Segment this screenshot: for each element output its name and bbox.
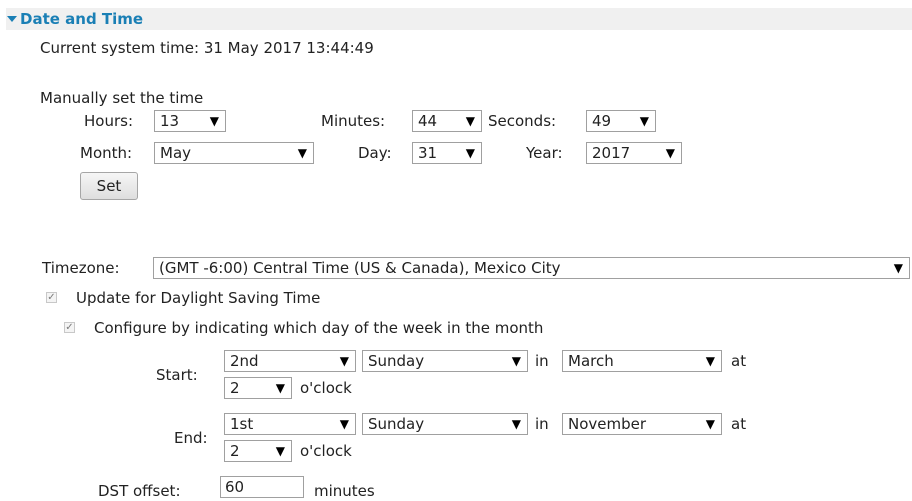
configure-checkbox[interactable]: ✓ xyxy=(64,322,75,333)
end-weekday-select[interactable]: Sunday ▼ xyxy=(362,413,528,435)
day-label: Day: xyxy=(358,144,392,162)
month-value: May xyxy=(160,144,192,162)
dropdown-arrow-icon: ▼ xyxy=(639,114,649,128)
dropdown-arrow-icon: ▼ xyxy=(465,146,475,160)
timezone-select[interactable]: (GMT -6:00) Central Time (US & Canada), … xyxy=(153,257,910,279)
end-in-text: in xyxy=(535,415,549,433)
dst-offset-input[interactable]: 60 xyxy=(220,476,304,498)
start-month-value: March xyxy=(568,352,614,370)
minutes-value: 44 xyxy=(418,112,438,130)
start-weekday-value: Sunday xyxy=(368,352,425,370)
dropdown-arrow-icon: ▼ xyxy=(339,417,349,431)
seconds-label: Seconds: xyxy=(488,112,557,130)
dropdown-arrow-icon: ▼ xyxy=(705,417,715,431)
end-oclock-text: o'clock xyxy=(300,442,352,460)
hours-value: 13 xyxy=(160,112,180,130)
day-select[interactable]: 31 ▼ xyxy=(412,142,482,164)
dropdown-arrow-icon: ▼ xyxy=(209,114,219,128)
timezone-label: Timezone: xyxy=(42,259,120,277)
timezone-value: (GMT -6:00) Central Time (US & Canada), … xyxy=(159,259,561,277)
start-weekday-select[interactable]: Sunday ▼ xyxy=(362,350,528,372)
dst-offset-label: DST offset: xyxy=(98,482,181,500)
collapse-triangle-icon[interactable] xyxy=(7,16,17,22)
dst-offset-unit: minutes xyxy=(314,482,375,500)
end-week-select[interactable]: 1st ▼ xyxy=(224,413,356,435)
dropdown-arrow-icon: ▼ xyxy=(511,354,521,368)
hours-select[interactable]: 13 ▼ xyxy=(154,110,226,132)
end-label: End: xyxy=(174,429,208,447)
start-at-text: at xyxy=(731,352,747,370)
start-hour-value: 2 xyxy=(230,379,240,397)
dropdown-arrow-icon: ▼ xyxy=(339,354,349,368)
start-hour-select[interactable]: 2 ▼ xyxy=(224,377,292,399)
year-select[interactable]: 2017 ▼ xyxy=(586,142,682,164)
update-dst-label: Update for Daylight Saving Time xyxy=(76,289,321,307)
end-hour-value: 2 xyxy=(230,442,240,460)
month-select[interactable]: May ▼ xyxy=(154,142,314,164)
start-month-select[interactable]: March ▼ xyxy=(562,350,722,372)
dropdown-arrow-icon: ▼ xyxy=(465,114,475,128)
year-label: Year: xyxy=(526,144,563,162)
update-dst-checkbox[interactable]: ✓ xyxy=(46,292,57,303)
section-title: Date and Time xyxy=(20,10,144,28)
minutes-select[interactable]: 44 ▼ xyxy=(412,110,482,132)
dropdown-arrow-icon: ▼ xyxy=(275,444,285,458)
dropdown-arrow-icon: ▼ xyxy=(665,146,675,160)
end-weekday-value: Sunday xyxy=(368,415,425,433)
set-button[interactable]: Set xyxy=(80,172,138,200)
dropdown-arrow-icon: ▼ xyxy=(275,381,285,395)
manual-set-heading: Manually set the time xyxy=(40,89,204,107)
end-week-value: 1st xyxy=(230,415,254,433)
end-month-value: November xyxy=(568,415,647,433)
end-month-select[interactable]: November ▼ xyxy=(562,413,722,435)
start-label: Start: xyxy=(156,366,198,384)
end-at-text: at xyxy=(731,415,747,433)
dropdown-arrow-icon: ▼ xyxy=(297,146,307,160)
current-system-time: Current system time: 31 May 2017 13:44:4… xyxy=(40,39,374,57)
seconds-value: 49 xyxy=(592,112,612,130)
dropdown-arrow-icon: ▼ xyxy=(893,261,903,275)
dropdown-arrow-icon: ▼ xyxy=(705,354,715,368)
hours-label: Hours: xyxy=(84,112,133,130)
configure-label: Configure by indicating which day of the… xyxy=(94,319,544,337)
month-label: Month: xyxy=(80,144,133,162)
start-in-text: in xyxy=(535,352,549,370)
dropdown-arrow-icon: ▼ xyxy=(511,417,521,431)
start-week-select[interactable]: 2nd ▼ xyxy=(224,350,356,372)
start-week-value: 2nd xyxy=(230,352,259,370)
minutes-label: Minutes: xyxy=(321,112,386,130)
section-header[interactable]: Date and Time xyxy=(6,8,912,30)
day-value: 31 xyxy=(418,144,438,162)
seconds-select[interactable]: 49 ▼ xyxy=(586,110,656,132)
end-hour-select[interactable]: 2 ▼ xyxy=(224,440,292,462)
start-oclock-text: o'clock xyxy=(300,379,352,397)
year-value: 2017 xyxy=(592,144,631,162)
